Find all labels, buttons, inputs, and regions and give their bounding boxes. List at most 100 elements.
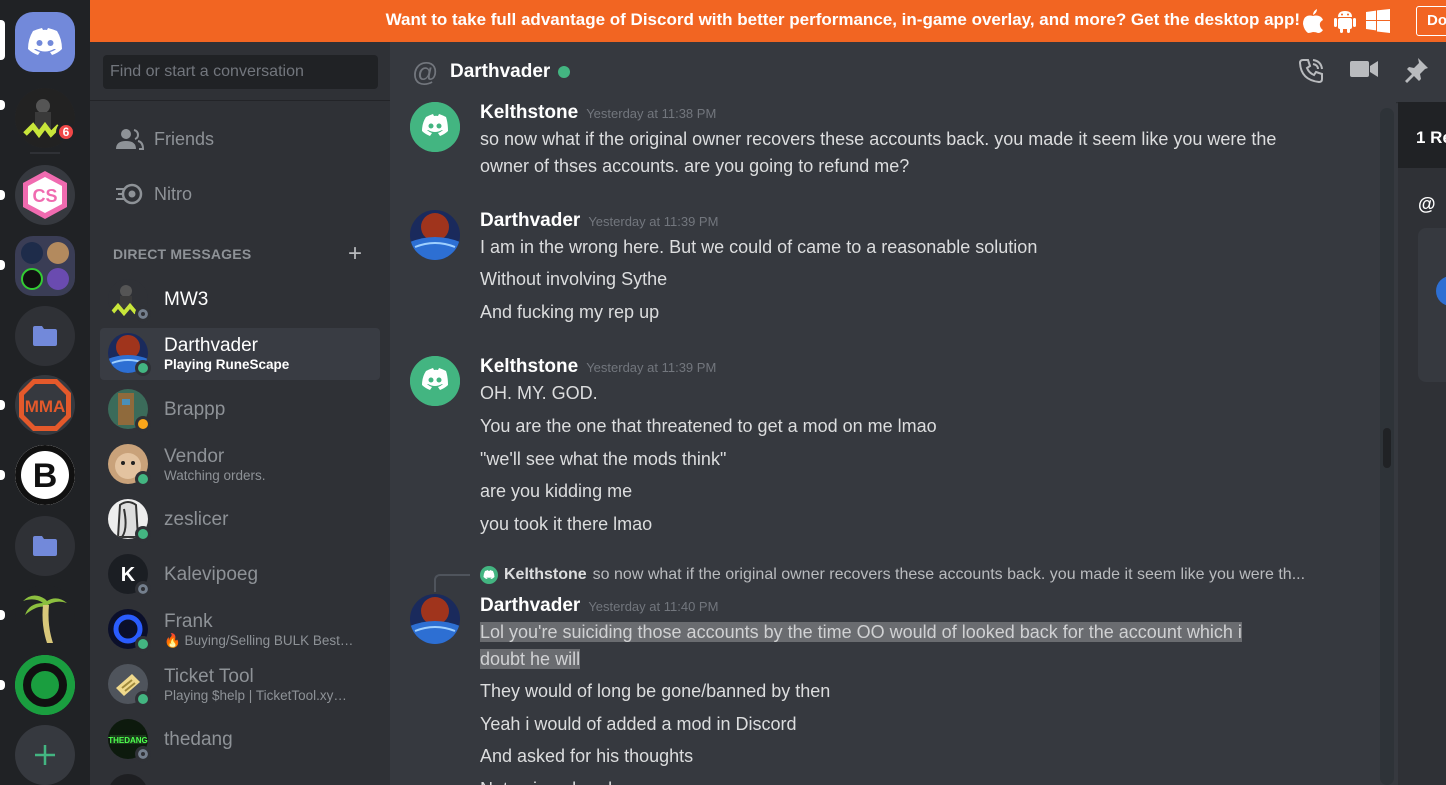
dm-section-header: DIRECT MESSAGES (113, 246, 252, 262)
video-call-icon[interactable] (1350, 58, 1378, 80)
message-author[interactable]: Darthvader Yesterday at 11:40 PM (480, 595, 718, 617)
message-author[interactable]: Darthvader Yesterday at 11:39 PM (480, 210, 718, 232)
friends-nav[interactable]: Friends (100, 117, 380, 161)
status-online-dot (135, 360, 151, 376)
message-author[interactable]: Kelthstone Yesterday at 11:38 PM (480, 102, 716, 124)
avatar (108, 389, 151, 432)
nitro-icon (100, 183, 154, 205)
panel-card[interactable] (1418, 228, 1446, 382)
mini-server-icon (47, 268, 69, 290)
dm-name: Vendor (164, 446, 225, 467)
message-text: are you kidding me (480, 481, 633, 501)
windows-icon[interactable] (1366, 9, 1390, 33)
status-online-dot (135, 636, 151, 652)
unread-pip (0, 100, 5, 110)
svg-text:CS: CS (32, 186, 57, 206)
server-rail: 6 CS MMA B (0, 0, 90, 785)
folder-icon (33, 536, 57, 556)
dm-item-kalevipoeg[interactable]: K Kalevipoeg (100, 549, 380, 601)
pin-icon[interactable] (1404, 58, 1428, 84)
search-input[interactable]: Find or start a conversation (103, 55, 378, 89)
server-ring[interactable] (15, 655, 75, 715)
server-folder-open[interactable] (15, 236, 75, 296)
panel-title: 1 Re (1416, 128, 1446, 147)
server-b[interactable]: B (15, 445, 75, 505)
dm-activity: Playing $help | TicketTool.xy… (164, 688, 347, 703)
chat-header: @ Darthvader (390, 42, 1446, 102)
selected-pip (0, 20, 5, 60)
unread-pip (0, 260, 5, 270)
mini-server-icon (47, 242, 69, 264)
android-icon[interactable] (1334, 9, 1356, 33)
discord-logo-icon (410, 102, 460, 152)
avatar[interactable] (410, 102, 460, 152)
dm-activity: Watching orders. (164, 468, 266, 483)
message-author[interactable]: Kelthstone Yesterday at 11:39 PM (480, 356, 716, 378)
svg-text:MMA: MMA (25, 397, 66, 416)
message-timestamp: Yesterday at 11:39 PM (588, 214, 719, 229)
palm-server-icon (23, 595, 67, 643)
avatar[interactable] (410, 210, 460, 260)
reply-reference[interactable]: Kelthstone so now what if the original o… (480, 566, 1305, 584)
message-text-selected: Lol you're suiciding those accounts by t… (480, 622, 1242, 642)
download-button[interactable]: Do (1416, 6, 1446, 36)
avatar: K (108, 554, 151, 597)
scrollbar-thumb[interactable] (1383, 428, 1391, 468)
dm-item-partial[interactable] (100, 769, 380, 785)
svg-text:K: K (121, 564, 136, 586)
status-online-dot (135, 691, 151, 707)
unread-pip (0, 680, 5, 690)
voice-call-icon[interactable] (1298, 58, 1324, 84)
dm-item-ticket-tool[interactable]: Ticket Tool Playing $help | TicketTool.x… (100, 659, 380, 711)
status-online-dot (135, 471, 151, 487)
create-dm-button[interactable]: + (348, 240, 362, 268)
mini-server-icon (21, 242, 43, 264)
status-idle-dot (135, 416, 151, 432)
header-toolbar (1298, 58, 1428, 84)
right-panel: 1 Re @ (1398, 102, 1446, 785)
apple-icon[interactable] (1302, 9, 1324, 33)
dm-name: Darthvader (164, 335, 258, 356)
dm-item-frank[interactable]: Frank 🔥 Buying/Selling BULK Best… (100, 604, 380, 656)
status-offline-dot (135, 581, 151, 597)
avatar: THEDANG (108, 719, 151, 762)
avatar (108, 774, 150, 785)
avatar[interactable] (410, 594, 460, 644)
server-folder[interactable] (15, 516, 75, 576)
message-text: Yeah i would of added a mod in Discord (480, 714, 797, 734)
dm-name: Brappp (164, 399, 226, 420)
message-text: And fucking my rep up (480, 302, 660, 322)
dm-item-brappp[interactable]: Brappp (100, 384, 380, 436)
dm-item-darthvader[interactable]: Darthvader Playing RuneScape (100, 328, 380, 380)
dm-name: MW3 (164, 289, 209, 310)
unread-pip (0, 610, 5, 620)
dm-sidebar: Find or start a conversation Friends Nit… (90, 42, 390, 785)
avatar (108, 499, 151, 542)
at-icon: @ (1418, 194, 1436, 214)
dm-item-vendor[interactable]: Vendor Watching orders. (100, 439, 380, 491)
home-button[interactable] (15, 12, 75, 72)
discord-logo-icon (28, 28, 62, 55)
dm-item-mw3[interactable]: MW3 (100, 274, 380, 326)
message-text: OH. MY. GOD. (480, 383, 598, 403)
server-cs[interactable]: CS (15, 165, 75, 225)
svg-text:THEDANG: THEDANG (108, 736, 148, 745)
status-offline-dot (135, 746, 151, 762)
server-palm[interactable] (15, 585, 75, 645)
nitro-nav[interactable]: Nitro (100, 172, 380, 216)
plus-icon (35, 745, 55, 765)
nitro-label: Nitro (154, 183, 193, 204)
unread-pip (0, 400, 5, 410)
dm-item-thedang[interactable]: THEDANG thedang (100, 714, 380, 766)
avatar[interactable] (410, 356, 460, 406)
friends-label: Friends (154, 128, 215, 149)
server-folder[interactable] (15, 306, 75, 366)
reply-avatar-icon (480, 566, 498, 584)
reply-author: Kelthstone (504, 566, 587, 583)
message-text: "we'll see what the mods think" (480, 449, 727, 469)
server-mma[interactable]: MMA (15, 375, 75, 435)
dm-item-zeslicer[interactable]: zeslicer (100, 494, 380, 546)
message-text: They would of long be gone/banned by the… (480, 681, 831, 701)
divider (90, 100, 390, 101)
add-server-button[interactable] (15, 725, 75, 785)
